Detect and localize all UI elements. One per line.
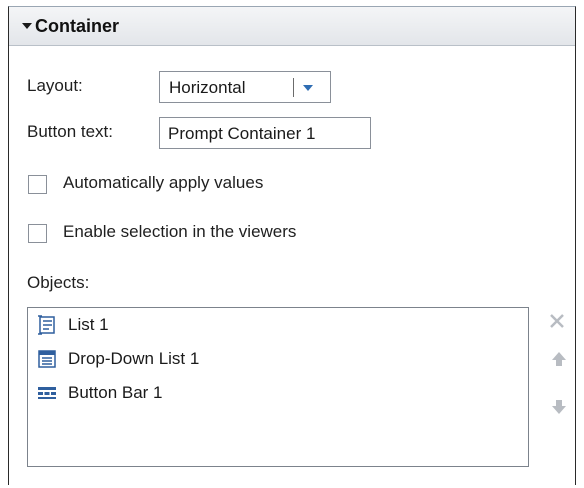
- button-text-value: Prompt Container 1: [168, 124, 316, 143]
- move-down-icon[interactable]: [549, 397, 569, 417]
- button-text-input[interactable]: Prompt Container 1: [159, 117, 371, 149]
- list-item[interactable]: Button Bar 1: [28, 380, 528, 406]
- section-title: Container: [35, 16, 120, 36]
- list-item-label: Drop-Down List 1: [68, 349, 200, 368]
- list-item[interactable]: List 1: [28, 312, 528, 338]
- button-bar-icon: [38, 387, 56, 399]
- section-header-container[interactable]: Container: [9, 7, 575, 46]
- container-panel: Container Layout: Horizontal Button text…: [8, 6, 576, 485]
- layout-selected-value: Horizontal: [169, 78, 246, 97]
- auto-apply-checkbox[interactable]: [28, 175, 47, 194]
- list-item-label: List 1: [68, 315, 109, 334]
- objects-list[interactable]: List 1 Drop-Down List 1 Button Bar 1: [27, 307, 529, 467]
- collapse-triangle-icon[interactable]: [22, 23, 32, 29]
- delete-icon[interactable]: [547, 311, 567, 331]
- layout-select[interactable]: Horizontal: [159, 71, 331, 103]
- list-icon: [38, 315, 55, 335]
- list-item[interactable]: Drop-Down List 1: [28, 346, 528, 372]
- button-text-label: Button text:: [27, 122, 113, 141]
- enable-selection-label[interactable]: Enable selection in the viewers: [63, 222, 296, 242]
- layout-label: Layout:: [27, 76, 83, 95]
- auto-apply-label[interactable]: Automatically apply values: [63, 173, 263, 193]
- chevron-down-icon[interactable]: [303, 85, 313, 91]
- enable-selection-checkbox[interactable]: [28, 224, 47, 243]
- objects-label: Objects:: [27, 273, 90, 292]
- move-up-icon[interactable]: [549, 349, 569, 369]
- list-item-label: Button Bar 1: [68, 383, 163, 402]
- select-divider: [293, 78, 294, 97]
- dropdown-list-icon: [38, 350, 56, 368]
